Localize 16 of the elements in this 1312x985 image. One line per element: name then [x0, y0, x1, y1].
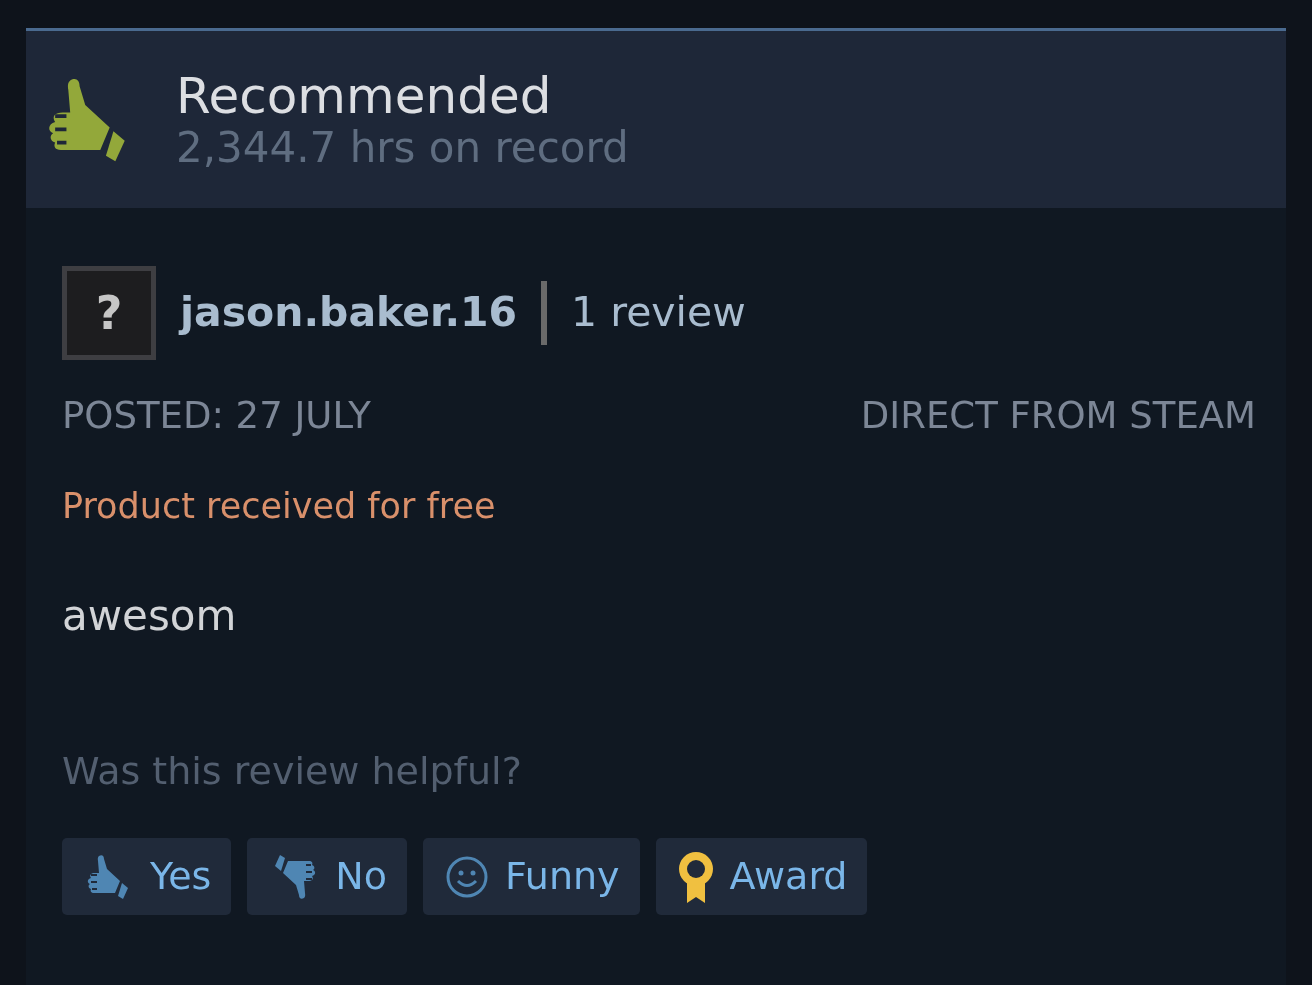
- hours-on-record: 2,344.7 hrs on record: [176, 125, 629, 172]
- avatar[interactable]: ?: [62, 266, 156, 360]
- posted-date: POSTED: 27 JULY: [62, 393, 371, 439]
- vote-button[interactable]: Funny: [423, 838, 640, 915]
- award-icon: [677, 850, 714, 903]
- vote-button[interactable]: Yes: [62, 838, 232, 915]
- vote-button[interactable]: No: [247, 838, 408, 915]
- review-text: awesom: [62, 590, 237, 642]
- smiley-icon: [445, 854, 490, 899]
- username-link[interactable]: jason.baker.16: [180, 282, 518, 344]
- review-count-link[interactable]: 1 review: [571, 282, 746, 344]
- free-product-notice: Product received for free: [62, 484, 496, 528]
- vote-button[interactable]: Award: [655, 838, 868, 915]
- helpful-prompt: Was this review helpful?: [62, 748, 522, 795]
- review-source: DIRECT FROM STEAM: [860, 393, 1256, 439]
- verdict-title: Recommended: [176, 67, 553, 126]
